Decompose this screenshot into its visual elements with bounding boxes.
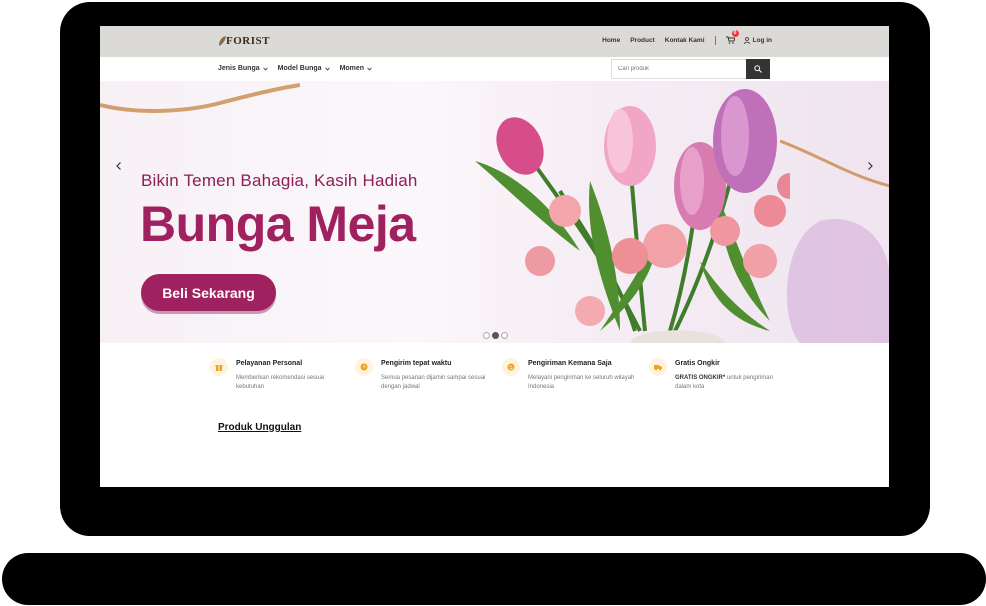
logo-text: FORIST [226, 35, 270, 47]
laptop-base [2, 553, 986, 605]
carousel-dot-3[interactable] [501, 332, 508, 339]
cart-badge: 0 [731, 30, 739, 37]
chevron-down-icon [367, 67, 372, 71]
nav-product[interactable]: Product [630, 37, 655, 44]
search-input[interactable] [612, 60, 746, 78]
carousel-indicators [483, 332, 510, 339]
menu-momen[interactable]: Momen [340, 65, 373, 72]
feature-title: Gratis Ongkir [675, 360, 720, 367]
hero-subtitle: Bikin Temen Bahagia, Kasih Hadiah [141, 171, 418, 190]
carousel-prev-arrow-icon[interactable] [112, 159, 126, 173]
menu-label: Jenis Bunga [218, 65, 260, 72]
carousel-dot-2[interactable] [492, 332, 499, 339]
nav-home[interactable]: Home [602, 37, 620, 44]
top-header: FORIST Home Product Kontak Kami 0 Log in [100, 26, 889, 57]
carousel-dot-1[interactable] [483, 332, 490, 339]
clock-icon [355, 358, 373, 376]
feature-title: Pengiriman Kemana Saja [528, 360, 612, 367]
nav-kontak-kami[interactable]: Kontak Kami [665, 37, 705, 44]
chevron-down-icon [324, 67, 330, 71]
buy-now-button[interactable]: Beli Sekarang [141, 274, 276, 311]
pink-blob-decoration [786, 219, 889, 343]
category-menu-bar: Jenis Bunga Model Bunga Momen [100, 57, 889, 81]
gift-icon [210, 358, 228, 376]
search-icon [754, 65, 762, 73]
logo[interactable]: FORIST [218, 30, 278, 54]
gold-swirl-decoration [100, 83, 300, 113]
globe-icon [502, 358, 520, 376]
cart-button[interactable]: 0 [725, 30, 739, 45]
top-nav: Home Product Kontak Kami 0 Log in [592, 30, 773, 45]
login-link[interactable]: Log in [753, 37, 773, 44]
feature-title: Pelayanan Personal [236, 360, 303, 367]
feature-desc-bold: GRATIS ONGKIR* [675, 375, 726, 381]
feature-desc: GRATIS ONGKIR* untuk pengiriman dalam ko… [675, 374, 789, 392]
features-row: Pelayanan Personal Memberikan rekomendas… [210, 358, 790, 398]
hero-carousel: Bikin Temen Bahagia, Kasih Hadiah Bunga … [100, 81, 889, 343]
menu-jenis-bunga[interactable]: Jenis Bunga [218, 65, 268, 72]
screen: FORIST Home Product Kontak Kami 0 Log in [100, 26, 889, 487]
section-title-featured-products: Produk Unggulan [218, 422, 302, 433]
category-menu: Jenis Bunga Model Bunga Momen [218, 65, 382, 72]
feature-desc: Memberikan rekomendasi sesuai kebutuhan [236, 375, 325, 390]
menu-model-bunga[interactable]: Model Bunga [278, 65, 330, 72]
user-icon [743, 37, 750, 44]
feature-desc: Semua pesanan dijamin sampai sesuai deng… [381, 375, 486, 390]
tulip-bouquet-image [475, 89, 790, 343]
carousel-next-arrow-icon[interactable] [863, 159, 877, 173]
feature-title: Pengirim tepat waktu [381, 360, 452, 367]
nav-divider [714, 36, 716, 45]
chevron-down-icon [262, 67, 268, 71]
hero-title: Bunga Meja [140, 196, 416, 252]
search-box [611, 59, 749, 79]
menu-label: Momen [339, 65, 365, 72]
menu-label: Model Bunga [277, 65, 322, 72]
truck-icon [649, 358, 667, 376]
feature-desc: Melayani pengiriman ke seluruh wilayah I… [528, 375, 635, 390]
search-button[interactable] [746, 59, 770, 79]
cart-icon [725, 36, 736, 44]
